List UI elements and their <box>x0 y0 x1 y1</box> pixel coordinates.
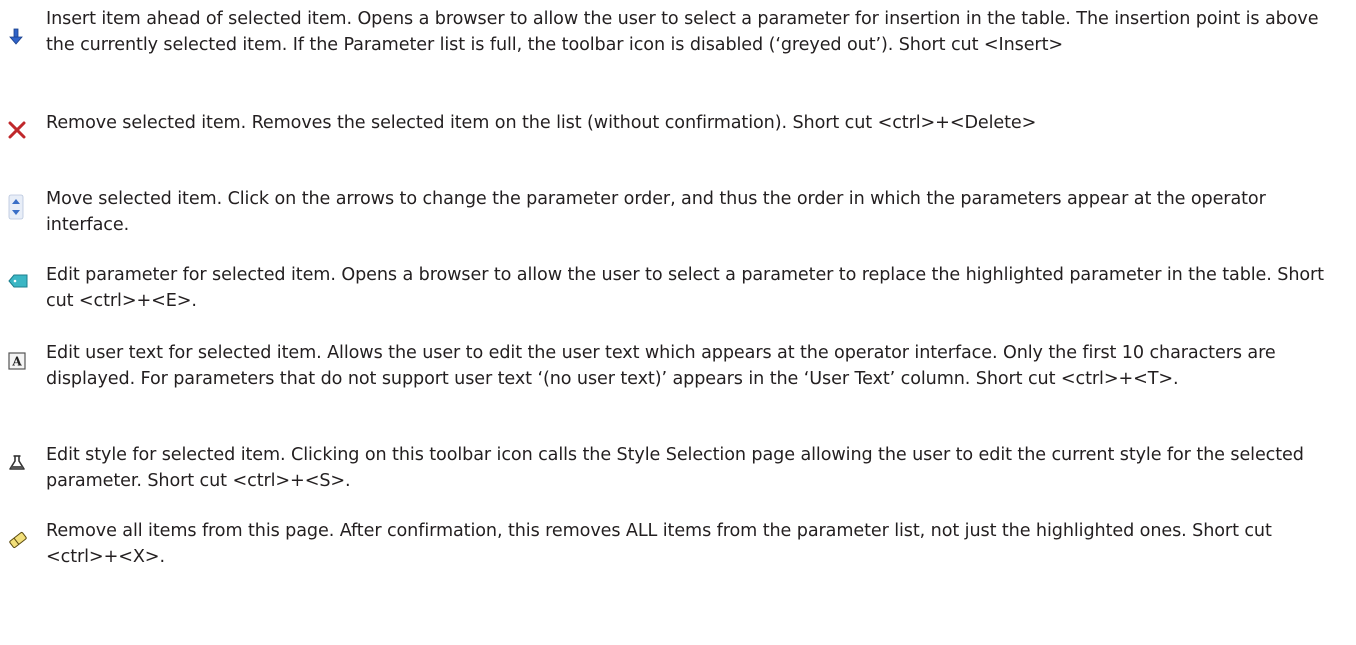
style-flask-icon <box>0 454 40 484</box>
entry-description: Edit user text for selected item. Allows… <box>46 343 1276 389</box>
parameter-tag-icon <box>0 274 40 304</box>
insert-down-arrow-icon <box>0 28 40 58</box>
user-text-a-icon: A <box>0 352 40 382</box>
entry-description: Remove all items from this page. After c… <box>46 521 1272 567</box>
entry-description: Insert item ahead of selected item. Open… <box>46 9 1319 55</box>
entry-description: Move selected item. Click on the arrows … <box>46 189 1266 235</box>
eraser-icon <box>0 532 40 562</box>
toolbar-icon-descriptions: Insert item ahead of selected item. Open… <box>0 0 1356 645</box>
entry-description: Remove selected item. Removes the select… <box>46 113 1037 133</box>
remove-x-icon <box>0 121 40 151</box>
svg-text:A: A <box>11 355 22 369</box>
entry-description: Edit style for selected item. Clicking o… <box>46 445 1304 491</box>
entry-description: Edit parameter for selected item. Opens … <box>46 265 1324 311</box>
move-up-down-icon <box>0 194 40 224</box>
